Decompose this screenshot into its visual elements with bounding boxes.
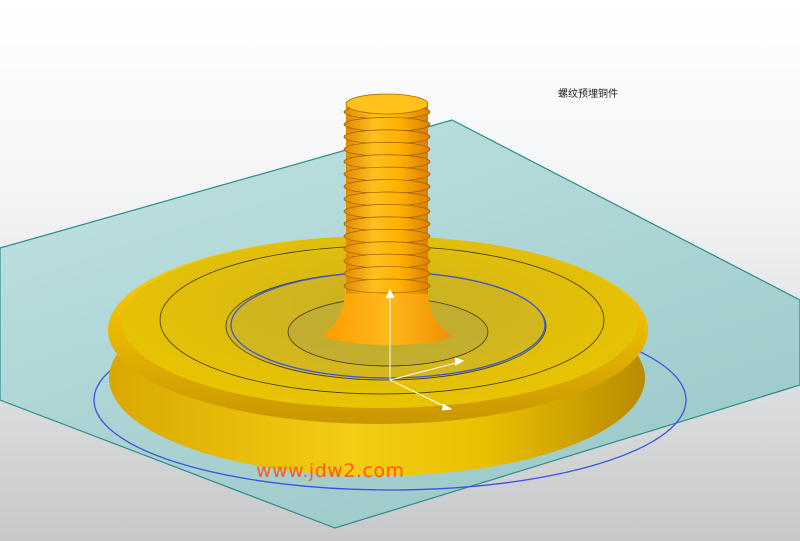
thread-ridge (343, 216, 431, 232)
thread-ridge (343, 117, 431, 132)
stud-top-face[interactable] (345, 93, 429, 115)
thread-ridge (343, 204, 431, 219)
thread-ridge (343, 166, 431, 182)
thread-ridge (343, 228, 431, 244)
thread-ridge (343, 241, 431, 257)
thread-ridge (343, 129, 431, 145)
thread-ridge (343, 253, 431, 269)
thread-ridge (343, 266, 431, 281)
thread-ridge (343, 278, 431, 294)
thread-ridge (343, 179, 431, 194)
thread-ridge (343, 154, 431, 170)
watermark-text: www.jdw2.com (256, 460, 405, 482)
threaded-stud[interactable] (343, 93, 431, 294)
graphics-viewport[interactable]: 螺纹预埋铜件 www.jdw2.com (0, 0, 800, 541)
part-name-annotation: 螺纹预埋铜件 (558, 89, 618, 100)
thread-ridge (343, 191, 431, 207)
thread-ridge (343, 141, 431, 157)
